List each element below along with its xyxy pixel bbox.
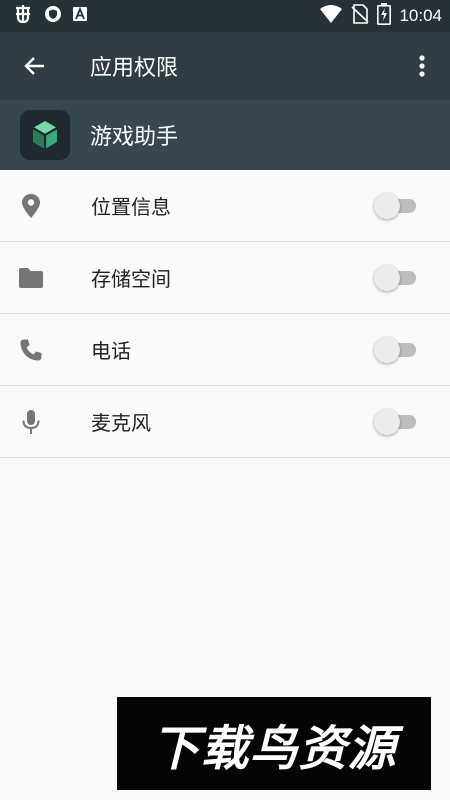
permission-label: 麦克风	[91, 411, 151, 435]
app-header: 游戏助手	[0, 100, 450, 170]
permission-row-storage[interactable]: 存储空间	[0, 242, 450, 314]
battery-charging-icon	[377, 3, 392, 29]
more-vert-icon	[419, 55, 425, 77]
app-name: 游戏助手	[90, 125, 179, 150]
permission-label: 位置信息	[91, 195, 171, 219]
storage-toggle[interactable]	[374, 264, 418, 292]
shield-icon	[44, 5, 62, 27]
location-pin-icon	[17, 192, 45, 220]
page-title: 应用权限	[90, 56, 179, 81]
permission-list: 位置信息 存储空间 电话 麦克风	[0, 170, 450, 458]
no-sim-icon	[351, 4, 370, 28]
app-cube-icon	[20, 110, 70, 160]
app-bar: 应用权限	[0, 32, 450, 100]
permission-label: 存储空间	[91, 267, 171, 291]
microphone-toggle[interactable]	[374, 408, 418, 436]
watermark-banner: 下载鸟资源	[117, 697, 431, 790]
watermark-text: 下载鸟资源	[151, 720, 397, 777]
microphone-icon	[17, 408, 45, 436]
arrow-left-icon	[24, 57, 44, 75]
toggle-thumb	[374, 264, 400, 291]
status-bar: 10:04	[0, 0, 450, 32]
wifi-icon	[319, 4, 343, 28]
location-toggle[interactable]	[374, 192, 418, 220]
phone-icon	[17, 336, 45, 364]
more-options-button[interactable]	[394, 32, 450, 100]
permission-row-microphone[interactable]: 麦克风	[0, 386, 450, 458]
status-right-icons: 10:04	[319, 3, 442, 29]
toggle-thumb	[374, 192, 400, 219]
phone-toggle[interactable]	[374, 336, 418, 364]
a-store-icon	[72, 6, 88, 26]
permission-row-phone[interactable]: 电话	[0, 314, 450, 386]
back-button[interactable]	[0, 32, 70, 100]
folder-icon	[17, 264, 45, 292]
toggle-thumb	[374, 408, 400, 435]
bug-icon	[12, 3, 34, 29]
permission-label: 电话	[91, 339, 131, 363]
status-time: 10:04	[399, 6, 442, 25]
permission-row-location[interactable]: 位置信息	[0, 170, 450, 242]
toggle-thumb	[374, 336, 400, 363]
status-left-icons	[12, 3, 88, 29]
